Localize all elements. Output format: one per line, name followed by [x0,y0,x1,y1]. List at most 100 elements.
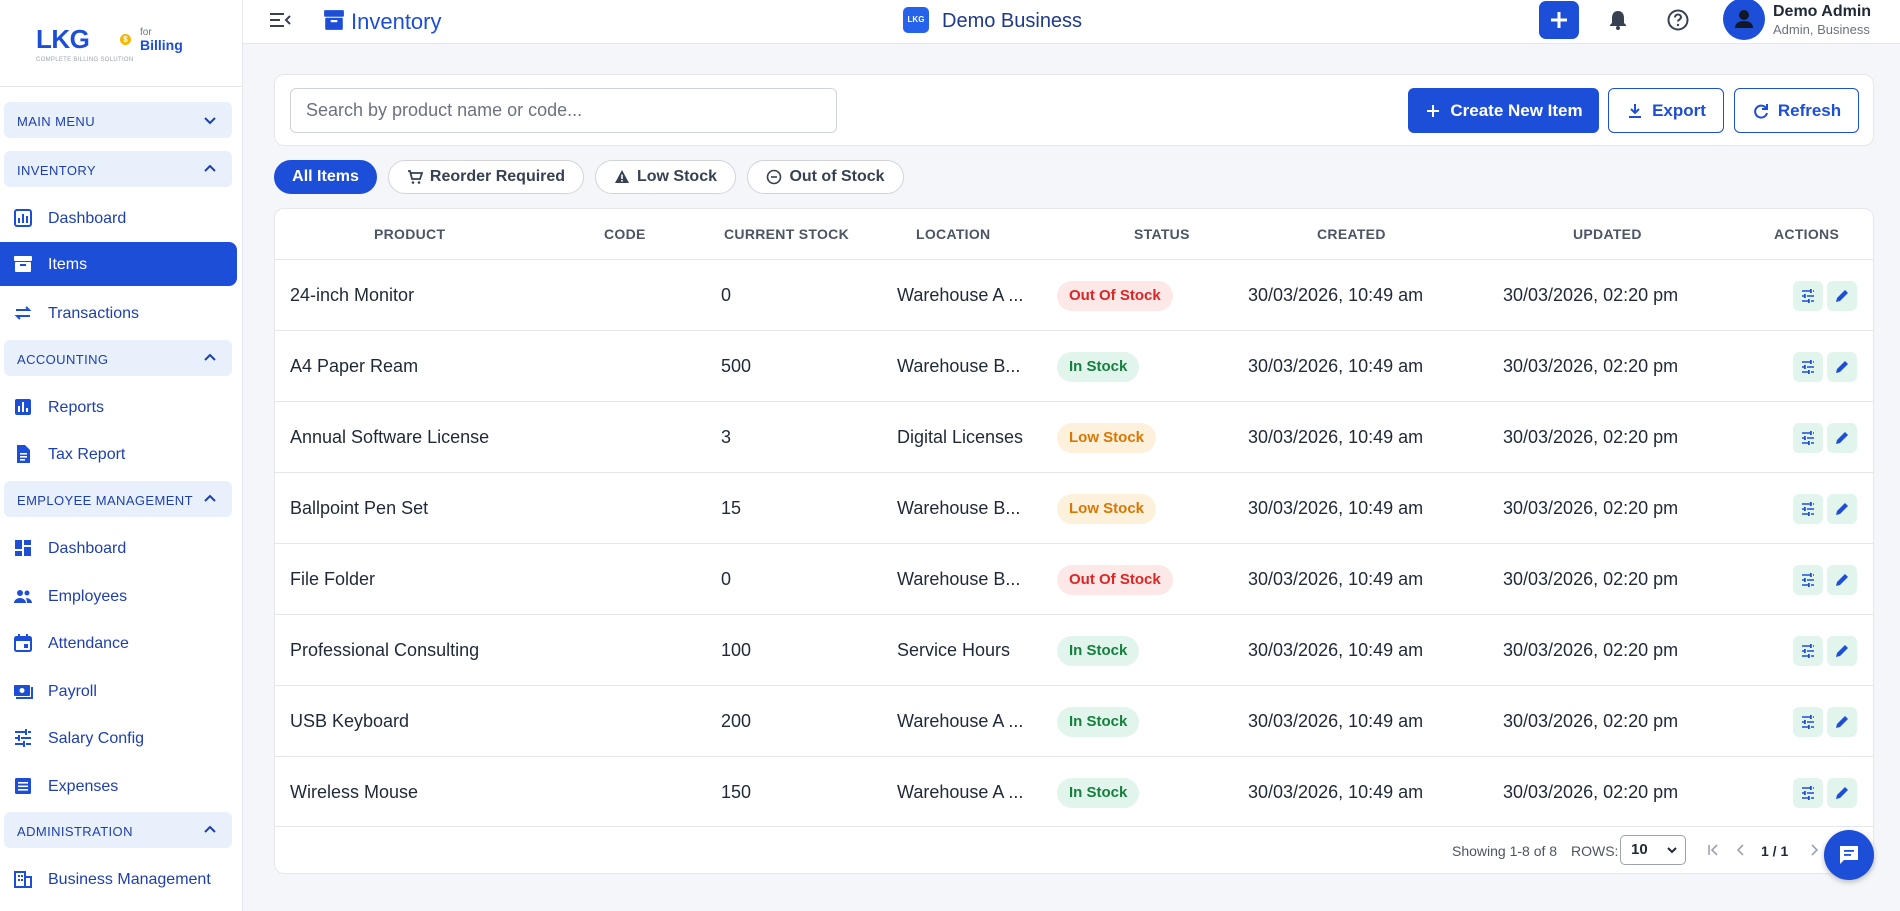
building-icon [14,871,32,888]
column-header-product[interactable]: PRODUCT [374,226,445,242]
edit-item-button[interactable] [1827,494,1857,524]
sidebar-item-label: Payroll [48,683,97,700]
bell-icon[interactable] [1605,7,1631,33]
column-header-status[interactable]: STATUS [1134,226,1190,242]
status-badge: In Stock [1057,636,1140,666]
user-role: Admin, Business [1773,22,1870,37]
chevron-down-icon [204,117,216,125]
adjust-stock-button[interactable] [1793,636,1823,666]
sidebar-item-transactions[interactable]: Transactions [0,291,237,335]
table-row[interactable]: 24-inch Monitor 0 Warehouse A ... Out Of… [275,259,1873,330]
brand-logo[interactable]: LKG $ for Billing COMPLETE BILLING SOLUT… [0,0,242,87]
export-label: Export [1652,100,1706,120]
table-row[interactable]: Annual Software License 3 Digital Licens… [275,401,1873,472]
chevron-up-icon [204,494,216,502]
adjust-stock-button[interactable] [1793,707,1823,737]
sidebar-item-tax-report[interactable]: Tax Report [0,432,237,476]
table-row[interactable]: Ballpoint Pen Set 15 Warehouse B... Low … [275,472,1873,543]
adjust-stock-button[interactable] [1793,281,1823,311]
filter-reorder-required[interactable]: Reorder Required [388,160,584,194]
edit-item-button[interactable] [1827,707,1857,737]
edit-item-button[interactable] [1827,778,1857,808]
table-row[interactable]: Wireless Mouse 150 Warehouse A ... In St… [275,756,1873,827]
column-header-actions: ACTIONS [1774,226,1840,242]
refresh-button[interactable]: Refresh [1734,88,1859,133]
business-name[interactable]: Demo Business [942,10,1082,33]
search-input[interactable] [290,88,837,133]
section-administration[interactable]: ADMINISTRATION [4,812,232,848]
cell-stock: 15 [721,498,742,518]
sidebar-item-business-management[interactable]: Business Management [0,857,237,901]
sidebar-item-inventory-dashboard[interactable]: Dashboard [0,196,237,240]
edit-item-button[interactable] [1827,281,1857,311]
edit-item-button[interactable] [1827,636,1857,666]
filter-all-items[interactable]: All Items [274,160,377,194]
adjust-stock-button[interactable] [1793,352,1823,382]
adjust-stock-button[interactable] [1793,778,1823,808]
cell-product: USB Keyboard [290,711,410,731]
first-page-icon[interactable] [1704,841,1722,859]
create-new-item-button[interactable]: Create New Item [1408,88,1599,133]
export-button[interactable]: Export [1608,88,1724,133]
adjust-stock-button[interactable] [1793,423,1823,453]
cell-stock: 200 [721,711,752,731]
help-icon[interactable] [1665,7,1691,33]
edit-item-button[interactable] [1827,352,1857,382]
section-label: ACCOUNTING [17,352,109,367]
column-header-created[interactable]: CREATED [1317,226,1386,242]
sidebar-item-label: Employees [48,588,128,605]
warning-icon [614,170,629,183]
next-page-icon[interactable] [1805,841,1823,859]
sidebar-item-employee-dashboard[interactable]: Dashboard [0,526,237,570]
menu-collapse-icon[interactable] [268,10,292,30]
cell-created: 30/03/2026, 10:49 am [1248,498,1424,518]
column-header-updated[interactable]: UPDATED [1573,226,1642,242]
rows-per-page-select[interactable]: 10 [1620,835,1686,865]
table-row[interactable]: A4 Paper Ream 500 Warehouse B... In Stoc… [275,330,1873,401]
tune-icon [1802,502,1814,516]
document-icon [17,445,30,463]
sidebar: LKG $ for Billing COMPLETE BILLING SOLUT… [0,0,243,911]
column-header-location[interactable]: LOCATION [916,226,990,242]
section-inventory[interactable]: INVENTORY [4,151,232,187]
adjust-stock-button[interactable] [1793,494,1823,524]
sidebar-item-expenses[interactable]: Expenses [0,764,237,808]
table-row[interactable]: File Folder 0 Warehouse B... Out Of Stoc… [275,543,1873,614]
sidebar-item-items[interactable]: Items [0,242,237,286]
adjust-stock-button[interactable] [1793,565,1823,595]
business-logo-icon: LKG [903,7,929,33]
chat-button[interactable] [1824,830,1874,880]
sidebar-item-employees[interactable]: Employees [0,574,237,618]
edit-item-button[interactable] [1827,423,1857,453]
pencil-icon [1836,503,1848,515]
tune-icon [1802,573,1814,587]
edit-item-button[interactable] [1827,565,1857,595]
column-header-current-stock[interactable]: CURRENT STOCK [724,226,849,242]
sidebar-item-label: Business Management [48,871,211,888]
pencil-icon [1836,361,1848,373]
section-employee-management[interactable]: EMPLOYEE MANAGEMENT [4,481,232,517]
table-row[interactable]: Professional Consulting 100 Service Hour… [275,614,1873,685]
section-main-menu[interactable]: MAIN MENU [4,102,232,138]
column-header-code[interactable]: CODE [604,226,646,242]
user-name[interactable]: Demo Admin [1773,3,1871,21]
quick-add-button[interactable] [1539,1,1579,39]
section-label: EMPLOYEE MANAGEMENT [17,493,193,508]
topbar: Inventory LKG Demo Business Demo Admin A… [243,0,1900,44]
avatar[interactable] [1723,0,1765,40]
sidebar-item-reports[interactable]: Reports [0,385,237,429]
previous-page-icon[interactable] [1732,841,1750,859]
table-row[interactable]: USB Keyboard 200 Warehouse A ... In Stoc… [275,685,1873,756]
sidebar-item-attendance[interactable]: Attendance [0,621,237,665]
tune-icon [1802,786,1814,800]
sidebar-item-payroll[interactable]: Payroll [0,669,237,713]
section-accounting[interactable]: ACCOUNTING [4,340,232,376]
sidebar-item-salary-config[interactable]: Salary Config [0,716,237,760]
cell-created: 30/03/2026, 10:49 am [1248,782,1424,802]
filter-out-of-stock[interactable]: Out of Stock [747,160,904,194]
rows-per-page-value: 10 [1631,841,1648,858]
sidebar-item-label: Tax Report [48,446,126,463]
cell-updated: 30/03/2026, 02:20 pm [1503,711,1679,731]
filter-low-stock[interactable]: Low Stock [595,160,736,194]
logo-billing-text: Billing [140,37,183,53]
